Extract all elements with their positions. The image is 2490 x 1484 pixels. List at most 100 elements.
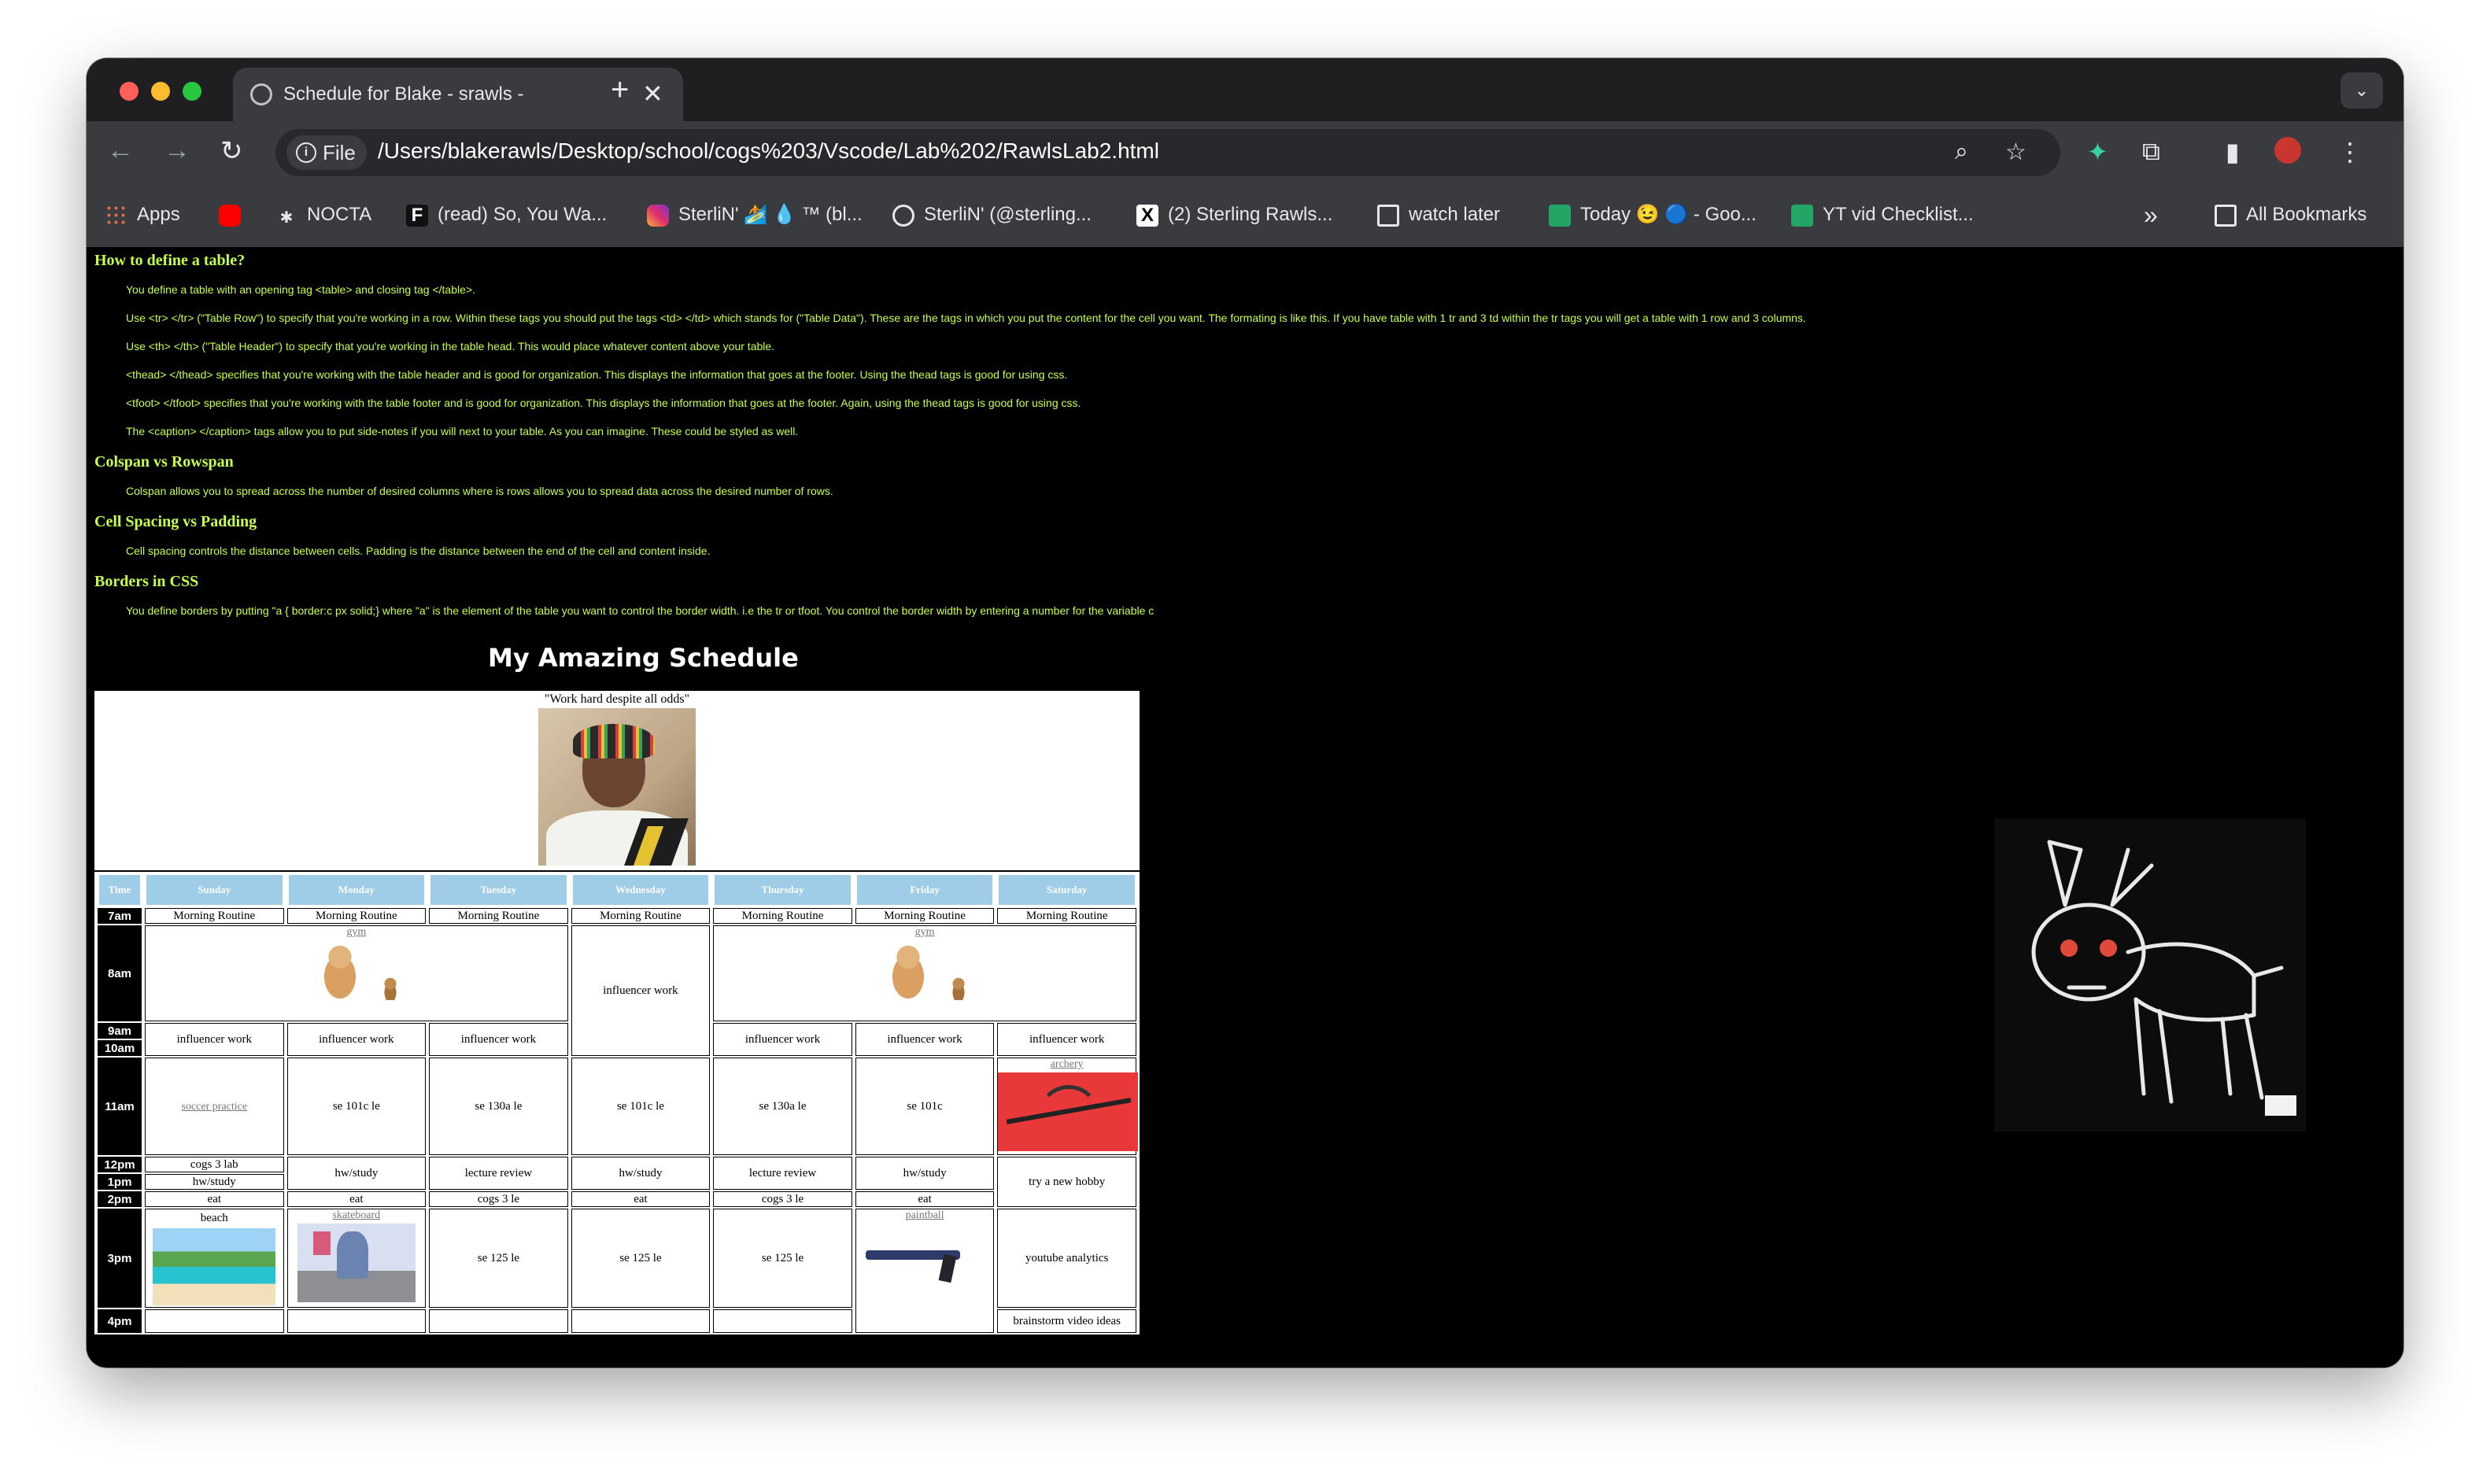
tab-search-chevron-icon[interactable]: ⌄ xyxy=(2340,72,2383,109)
heading-cell-spacing: Cell Spacing vs Padding xyxy=(94,513,257,530)
bookmark-star-icon[interactable]: ☆ xyxy=(2005,138,2026,166)
swole-doge-icon xyxy=(312,939,368,1000)
minimize-window-button[interactable] xyxy=(151,82,170,101)
header-sunday: Sunday xyxy=(145,873,284,906)
table-row: 12pm cogs 3 lab hw/study lecture review … xyxy=(98,1157,1136,1207)
bookmark-read[interactable]: F (read) So, You Wa... xyxy=(406,201,607,228)
header-row: Time Sunday Monday Tuesday Wednesday Thu… xyxy=(98,873,1136,906)
schedule-cell: influencer work xyxy=(429,1023,568,1056)
all-bookmarks-folder[interactable]: All Bookmarks xyxy=(2215,201,2366,228)
bookmark-instagram[interactable]: SterliN' 🏄 💧 ™ (bl... xyxy=(647,201,863,228)
side-panel-icon[interactable]: ▮ xyxy=(2226,137,2240,167)
table-row: 2pm eat eat cogs 3 le eat cogs 3 le eat xyxy=(98,1191,1136,1207)
bookmark-watch-later[interactable]: watch later xyxy=(1377,201,1500,228)
gym-link[interactable]: gym xyxy=(714,926,1136,939)
address-bar[interactable]: i File /Users/blakerawls/Desktop/school/… xyxy=(275,129,2060,176)
time-cell: 7am xyxy=(98,908,142,924)
soccer-cell: soccer practice xyxy=(145,1058,284,1155)
zoom-window-button[interactable] xyxy=(183,82,201,101)
schedule-cell xyxy=(571,1309,711,1333)
gym-link[interactable]: gym xyxy=(146,926,567,939)
time-cell: 11am xyxy=(98,1058,142,1155)
f-icon: F xyxy=(406,204,428,227)
time-cell: 3pm xyxy=(98,1209,142,1308)
schedule-cell: try a new hobby xyxy=(997,1157,1136,1207)
url-text[interactable]: /Users/blakerawls/Desktop/school/cogs%20… xyxy=(378,138,1159,164)
extension-leaf-icon[interactable]: ✦ xyxy=(2087,137,2108,167)
schedule-cell xyxy=(713,1309,852,1333)
note-paragraph: You define a table with an opening tag <… xyxy=(126,283,475,296)
bookmark-youtube[interactable] xyxy=(219,201,250,228)
paintball-link[interactable]: paintball xyxy=(856,1209,994,1222)
forward-arrow-icon[interactable]: → xyxy=(164,135,190,166)
paintball-gun-image xyxy=(866,1233,984,1280)
close-window-button[interactable] xyxy=(120,82,139,101)
profile-avatar-icon[interactable] xyxy=(2274,137,2301,164)
heading-define-table: How to define a table? xyxy=(94,252,246,269)
browser-window: Schedule for Blake - srawls - ✕ + ⌄ ← → … xyxy=(87,58,2403,1368)
reload-icon[interactable]: ↻ xyxy=(220,135,243,167)
tab-title: Schedule for Blake - srawls - xyxy=(283,83,524,105)
menu-kebab-icon[interactable]: ⋮ xyxy=(2337,137,2363,167)
archery-link[interactable]: archery xyxy=(998,1058,1136,1071)
cheems-icon xyxy=(948,975,970,1000)
sheets-icon xyxy=(1791,204,1813,227)
archery-cell: archery xyxy=(997,1058,1139,1155)
tab-close-icon[interactable]: ✕ xyxy=(642,79,663,109)
soccer-practice-link[interactable]: soccer practice xyxy=(182,1101,248,1113)
note-paragraph: Use <tr> </tr> ("Table Row") to specify … xyxy=(126,312,1806,324)
beach-image xyxy=(153,1227,276,1305)
bookmark-yt-checklist[interactable]: YT vid Checklist... xyxy=(1791,201,1974,228)
schedule-cell: Morning Routine xyxy=(855,908,995,924)
schedule-cell: influencer work xyxy=(145,1023,284,1056)
schedule-cell: eat xyxy=(286,1191,427,1207)
folder-icon xyxy=(1377,204,1399,227)
table-row: 7am Morning Routine Morning Routine Morn… xyxy=(98,908,1136,924)
schedule-cell: Morning Routine xyxy=(145,908,284,924)
page-content: How to define a table? You define a tabl… xyxy=(87,247,2403,1368)
schedule-cell: eat xyxy=(145,1191,284,1207)
gym-cell: gym xyxy=(713,925,1136,1021)
header-tuesday: Tuesday xyxy=(429,873,568,906)
schedule-cell: hw/study xyxy=(145,1174,284,1190)
schedule-cell: hw/study xyxy=(571,1157,711,1190)
globe-icon xyxy=(892,204,914,227)
schedule-cell: se 125 le xyxy=(571,1209,711,1308)
header-monday: Monday xyxy=(286,873,427,906)
new-tab-button[interactable]: + xyxy=(611,72,629,108)
rabbit-drawing xyxy=(2031,840,2296,1116)
bookmark-today[interactable]: Today 😉 🔵 - Goo... xyxy=(1549,201,1757,228)
schedule-cell: se 101c le xyxy=(571,1058,711,1155)
bookmark-apps[interactable]: Apps xyxy=(105,201,180,228)
schedule-cell: se 125 le xyxy=(429,1209,568,1308)
extensions-puzzle-icon[interactable]: ⧉ xyxy=(2142,137,2160,167)
schedule-cell: influencer work xyxy=(286,1023,427,1056)
skateboard-link[interactable]: skateboard xyxy=(288,1209,426,1222)
paintball-cell: paintball xyxy=(855,1209,995,1333)
header-friday: Friday xyxy=(855,873,995,906)
note-paragraph: Use <th> </th> ("Table Header") to speci… xyxy=(126,340,775,353)
schedule-cell: influencer work xyxy=(713,1023,852,1056)
nocta-icon: ✱ xyxy=(279,209,294,227)
schedule-cell xyxy=(429,1309,568,1333)
time-cell: 8am xyxy=(98,925,142,1021)
header-time: Time xyxy=(98,873,142,906)
schedule-cell: hw/study xyxy=(855,1157,995,1190)
schedule-cell: Morning Routine xyxy=(286,908,427,924)
time-cell: 12pm xyxy=(98,1157,142,1172)
schedule-cell xyxy=(145,1309,284,1333)
schedule-cell: Morning Routine xyxy=(713,908,852,924)
table-row: 11am soccer practice se 101c le se 130a … xyxy=(98,1058,1139,1155)
site-info-chip[interactable]: i File xyxy=(286,135,367,170)
bookmark-nocta[interactable]: ✱ NOCTA xyxy=(275,201,372,228)
bookmarks-overflow-icon[interactable]: » xyxy=(2144,201,2158,228)
schedule-cell: eat xyxy=(571,1191,711,1207)
apps-grid-icon xyxy=(105,204,127,227)
schedule-cell: Morning Routine xyxy=(997,908,1136,924)
zoom-magnifier-icon[interactable]: ⌕ xyxy=(1955,138,1968,165)
bookmark-x[interactable]: X (2) Sterling Rawls... xyxy=(1136,201,1332,228)
back-arrow-icon[interactable]: ← xyxy=(107,135,134,166)
schedule-cell: lecture review xyxy=(429,1157,568,1190)
swole-doge-icon xyxy=(881,939,937,1000)
bookmark-sterling[interactable]: SterliN' (@sterling... xyxy=(892,201,1092,228)
